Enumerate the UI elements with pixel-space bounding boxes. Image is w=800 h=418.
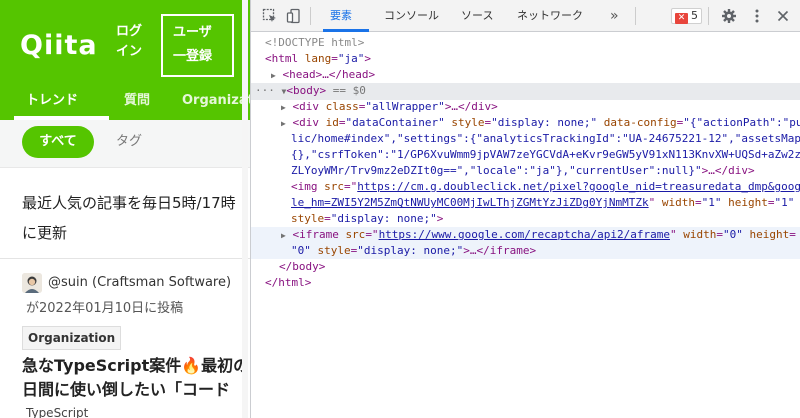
expand-triangle-icon[interactable]: ▶ [281, 231, 286, 240]
subtab-all[interactable]: すべて [22, 126, 94, 158]
dom-node-div-datacontainer-cont1: lic/home#index","settings":{"analyticsTr… [291, 132, 800, 145]
dom-node-div-datacontainer[interactable]: ▶ <div id="dataContainer" style="display… [251, 115, 800, 132]
active-tab-indicator [323, 29, 369, 32]
dom-node-div-datacontainer-cont3: ZLYoyWMr/Trv9mz2eDZIt0g==","locale":"ja"… [291, 164, 755, 177]
devtools-panel: 要素 コンソール ソース ネットワーク » ✕ 5 <!DOCTYPE html>… [250, 0, 800, 418]
signup-label-line2: 一登録 [173, 49, 213, 64]
dom-node-img-cont2: style="display: none;"> [291, 212, 444, 225]
expand-triangle-icon[interactable]: ▶ [271, 71, 276, 80]
devtools-toolbar: 要素 コンソール ソース ネットワーク » ✕ 5 [251, 0, 800, 32]
dom-node-img[interactable]: <img src="https://cm.g.doubleclick.net/p… [251, 179, 800, 195]
dom-node-doctype[interactable]: <!DOCTYPE html> [251, 35, 800, 51]
divider [0, 258, 250, 259]
dom-node-html[interactable]: <html lang="ja"> [251, 51, 800, 67]
dom-node-body-selected[interactable]: ··· ▼<body> == $0 [251, 83, 800, 100]
notice-line1: 最近人気の記事を毎日5時/17時 [22, 194, 236, 212]
login-button[interactable]: ログ イン [116, 22, 152, 62]
gear-icon[interactable] [721, 8, 737, 24]
author-name[interactable]: @suin (Craftsman Software) [48, 274, 231, 292]
dom-node-iframe[interactable]: ▶ <iframe src="https://www.google.com/re… [251, 227, 800, 244]
avatar[interactable] [22, 273, 42, 293]
dom-node-div-datacontainer-cont2: {},"csrfToken":"1/GP6XvuWmm9jpVAW7zeYGCV… [291, 148, 800, 161]
signup-button[interactable]: ユーザ 一登録 [161, 14, 234, 77]
qiita-logo[interactable]: Qiita [20, 30, 98, 62]
toolbar-separator [310, 7, 311, 25]
dom-node-iframe-cont: "0" style="display: none;">…</iframe> [251, 243, 800, 259]
dom-node-html-close[interactable]: </html> [251, 275, 800, 291]
inspect-element-icon[interactable] [262, 8, 278, 24]
page-scrollbar[interactable] [242, 0, 248, 418]
dom-node-head[interactable]: ▶ <head>…</head> [251, 67, 800, 84]
error-count-badge[interactable]: ✕ 5 [671, 8, 702, 24]
dom-node-img-cont: le_hm=ZWI5Y2M5ZmQtNWUyMC00MjIwLThjZGMtYz… [291, 196, 795, 209]
tab-elements[interactable]: 要素 [330, 0, 352, 32]
login-label-line2: イン [116, 44, 143, 59]
tab-trend[interactable]: トレンド [26, 82, 78, 120]
more-tabs-button[interactable]: » [610, 0, 619, 32]
dom-node-body-close[interactable]: </body> [251, 259, 800, 275]
avatar-image [22, 273, 42, 293]
article-title-line1: 急なTypeScript案件🔥最初の [22, 356, 250, 375]
error-icon: ✕ [675, 13, 688, 24]
tab-sources[interactable]: ソース [461, 0, 493, 32]
toolbar-separator [635, 7, 636, 25]
article-tag[interactable]: TypeScript [26, 406, 88, 418]
subtab-tag[interactable]: タグ [116, 126, 142, 158]
device-toolbar-icon[interactable] [286, 8, 302, 24]
dom-node-div-allwrapper[interactable]: ▶ <div class="allWrapper">…</div> [251, 99, 800, 116]
notice-line2: に更新 [22, 224, 68, 242]
qiita-page: Qiita ログ イン ユーザ 一登録 トレンド 質問 Organizatio … [0, 0, 250, 418]
posted-date: が2022年01月10日に投稿 [26, 301, 184, 316]
tab-organization[interactable]: Organizatio [182, 82, 250, 120]
close-icon[interactable] [775, 8, 791, 24]
organization-badge[interactable]: Organization [22, 326, 122, 350]
trend-notice: 最近人気の記事を毎日5時/17時 に更新 [22, 188, 247, 248]
error-count: 5 [691, 9, 698, 22]
iframe-src-link[interactable]: https://www.google.com/recaptcha/api2/af… [379, 228, 670, 241]
tab-network[interactable]: ネットワーク [517, 0, 583, 32]
article-title-line2: 日間に使い倒したい「コード [22, 380, 231, 399]
img-src-link[interactable]: https://cm.g.doubleclick.net/pixel?googl… [357, 180, 800, 193]
tab-questions[interactable]: 質問 [124, 82, 150, 120]
signup-label-line1: ユーザ [173, 25, 212, 40]
img-src-link-cont[interactable]: le_hm=ZWI5Y2M5ZmQtNWUyMC00MjIwLThjZGMtYz… [291, 196, 649, 209]
main-nav: トレンド 質問 Organizatio [0, 82, 250, 120]
expand-triangle-icon[interactable]: ▶ [281, 119, 286, 128]
kebab-menu-icon[interactable] [749, 8, 765, 24]
login-label-line1: ログ [116, 24, 143, 39]
toolbar-separator [708, 7, 709, 25]
dom-tree: <!DOCTYPE html> <html lang="ja"> ▶ <head… [251, 33, 800, 418]
expand-triangle-icon[interactable]: ▶ [281, 103, 286, 112]
article-title[interactable]: 急なTypeScript案件🔥最初の 日間に使い倒したい「コード [22, 354, 250, 402]
tab-console[interactable]: コンソール [384, 0, 439, 32]
